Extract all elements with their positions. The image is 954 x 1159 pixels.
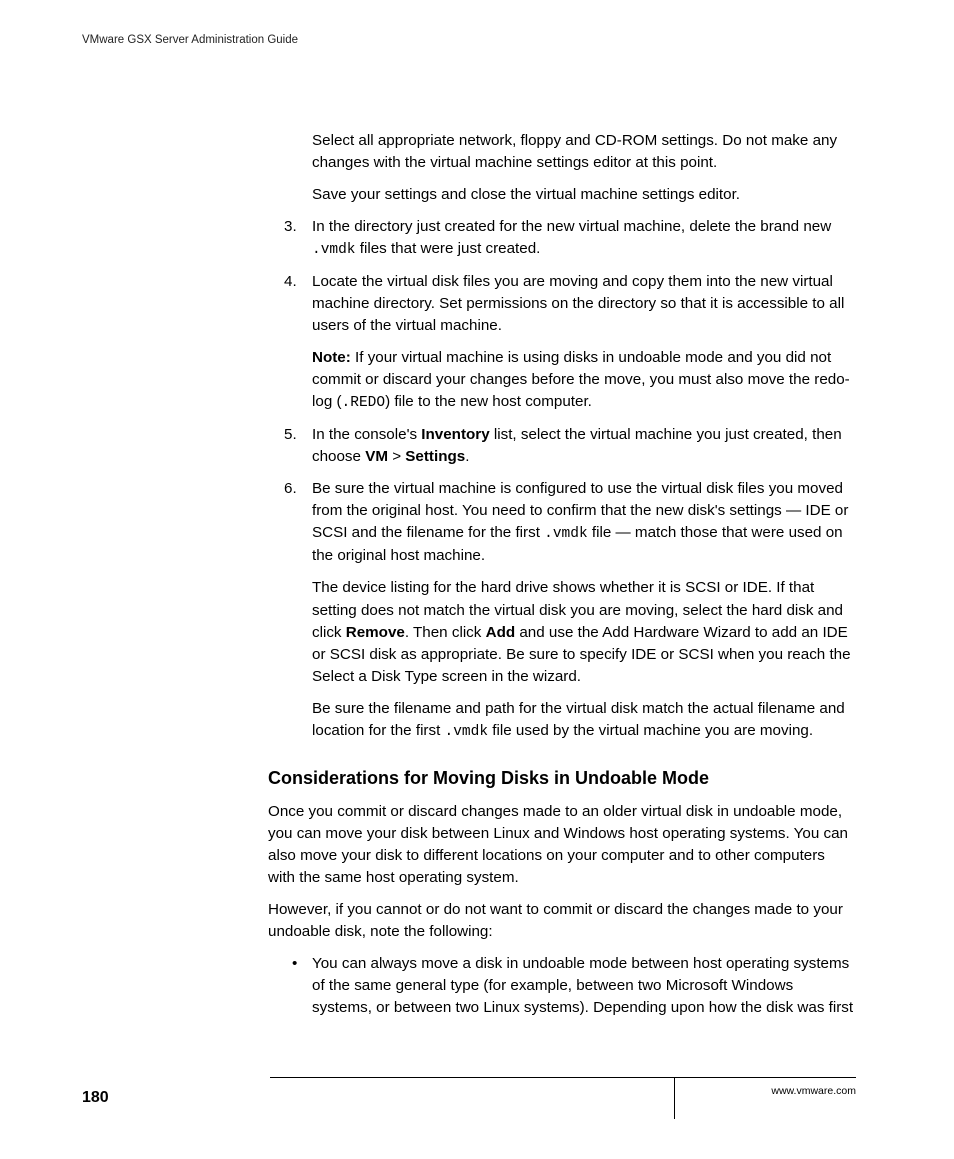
- code-redo: .REDO: [342, 395, 386, 411]
- step-5: 5. In the console's Inventory list, sele…: [268, 424, 856, 468]
- bold-inventory: Inventory: [421, 426, 489, 443]
- step-6-p1: Be sure the virtual machine is configure…: [312, 478, 856, 567]
- footer-rule: [270, 1077, 856, 1078]
- code-vmdk: .vmdk: [445, 724, 489, 740]
- intro-paragraph-1: Select all appropriate network, floppy a…: [312, 130, 856, 174]
- bold-vm: VM: [365, 448, 388, 465]
- step-6-p3: Be sure the filename and path for the vi…: [312, 698, 856, 743]
- step-3-text: In the directory just created for the ne…: [312, 216, 856, 261]
- step-number: 6.: [284, 478, 297, 500]
- footer-url: www.vmware.com: [771, 1085, 856, 1097]
- section-heading: Considerations for Moving Disks in Undoa…: [268, 765, 856, 791]
- code-vmdk: .vmdk: [312, 242, 356, 258]
- running-header: VMware GSX Server Administration Guide: [82, 34, 298, 46]
- bullet-item-1: You can always move a disk in undoable m…: [268, 953, 856, 1019]
- bold-settings: Settings: [405, 448, 465, 465]
- code-vmdk: .vmdk: [544, 526, 588, 542]
- intro-paragraph-2: Save your settings and close the virtual…: [312, 184, 856, 206]
- section-p2: However, if you cannot or do not want to…: [268, 899, 856, 943]
- step-3: 3. In the directory just created for the…: [268, 216, 856, 261]
- step-4-note: Note: If your virtual machine is using d…: [312, 347, 856, 414]
- step-number: 3.: [284, 216, 297, 238]
- step-6-p2: The device listing for the hard drive sh…: [312, 577, 856, 687]
- footer-separator: [674, 1077, 675, 1119]
- section-p1: Once you commit or discard changes made …: [268, 801, 856, 889]
- bold-remove: Remove: [346, 624, 405, 641]
- step-4: 4. Locate the virtual disk files you are…: [268, 271, 856, 414]
- step-5-text: In the console's Inventory list, select …: [312, 424, 856, 468]
- numbered-steps: 3. In the directory just created for the…: [268, 216, 856, 743]
- bullet-list: You can always move a disk in undoable m…: [268, 953, 856, 1019]
- page-content: Select all appropriate network, floppy a…: [268, 130, 856, 1029]
- bold-add: Add: [486, 624, 516, 641]
- step-number: 5.: [284, 424, 297, 446]
- page: VMware GSX Server Administration Guide S…: [0, 0, 954, 1159]
- step-4-p1: Locate the virtual disk files you are mo…: [312, 271, 856, 337]
- step-6: 6. Be sure the virtual machine is config…: [268, 478, 856, 742]
- page-footer: 180 www.vmware.com: [82, 1077, 872, 1117]
- step-number: 4.: [284, 271, 297, 293]
- page-number: 180: [82, 1089, 109, 1107]
- note-label: Note:: [312, 349, 351, 366]
